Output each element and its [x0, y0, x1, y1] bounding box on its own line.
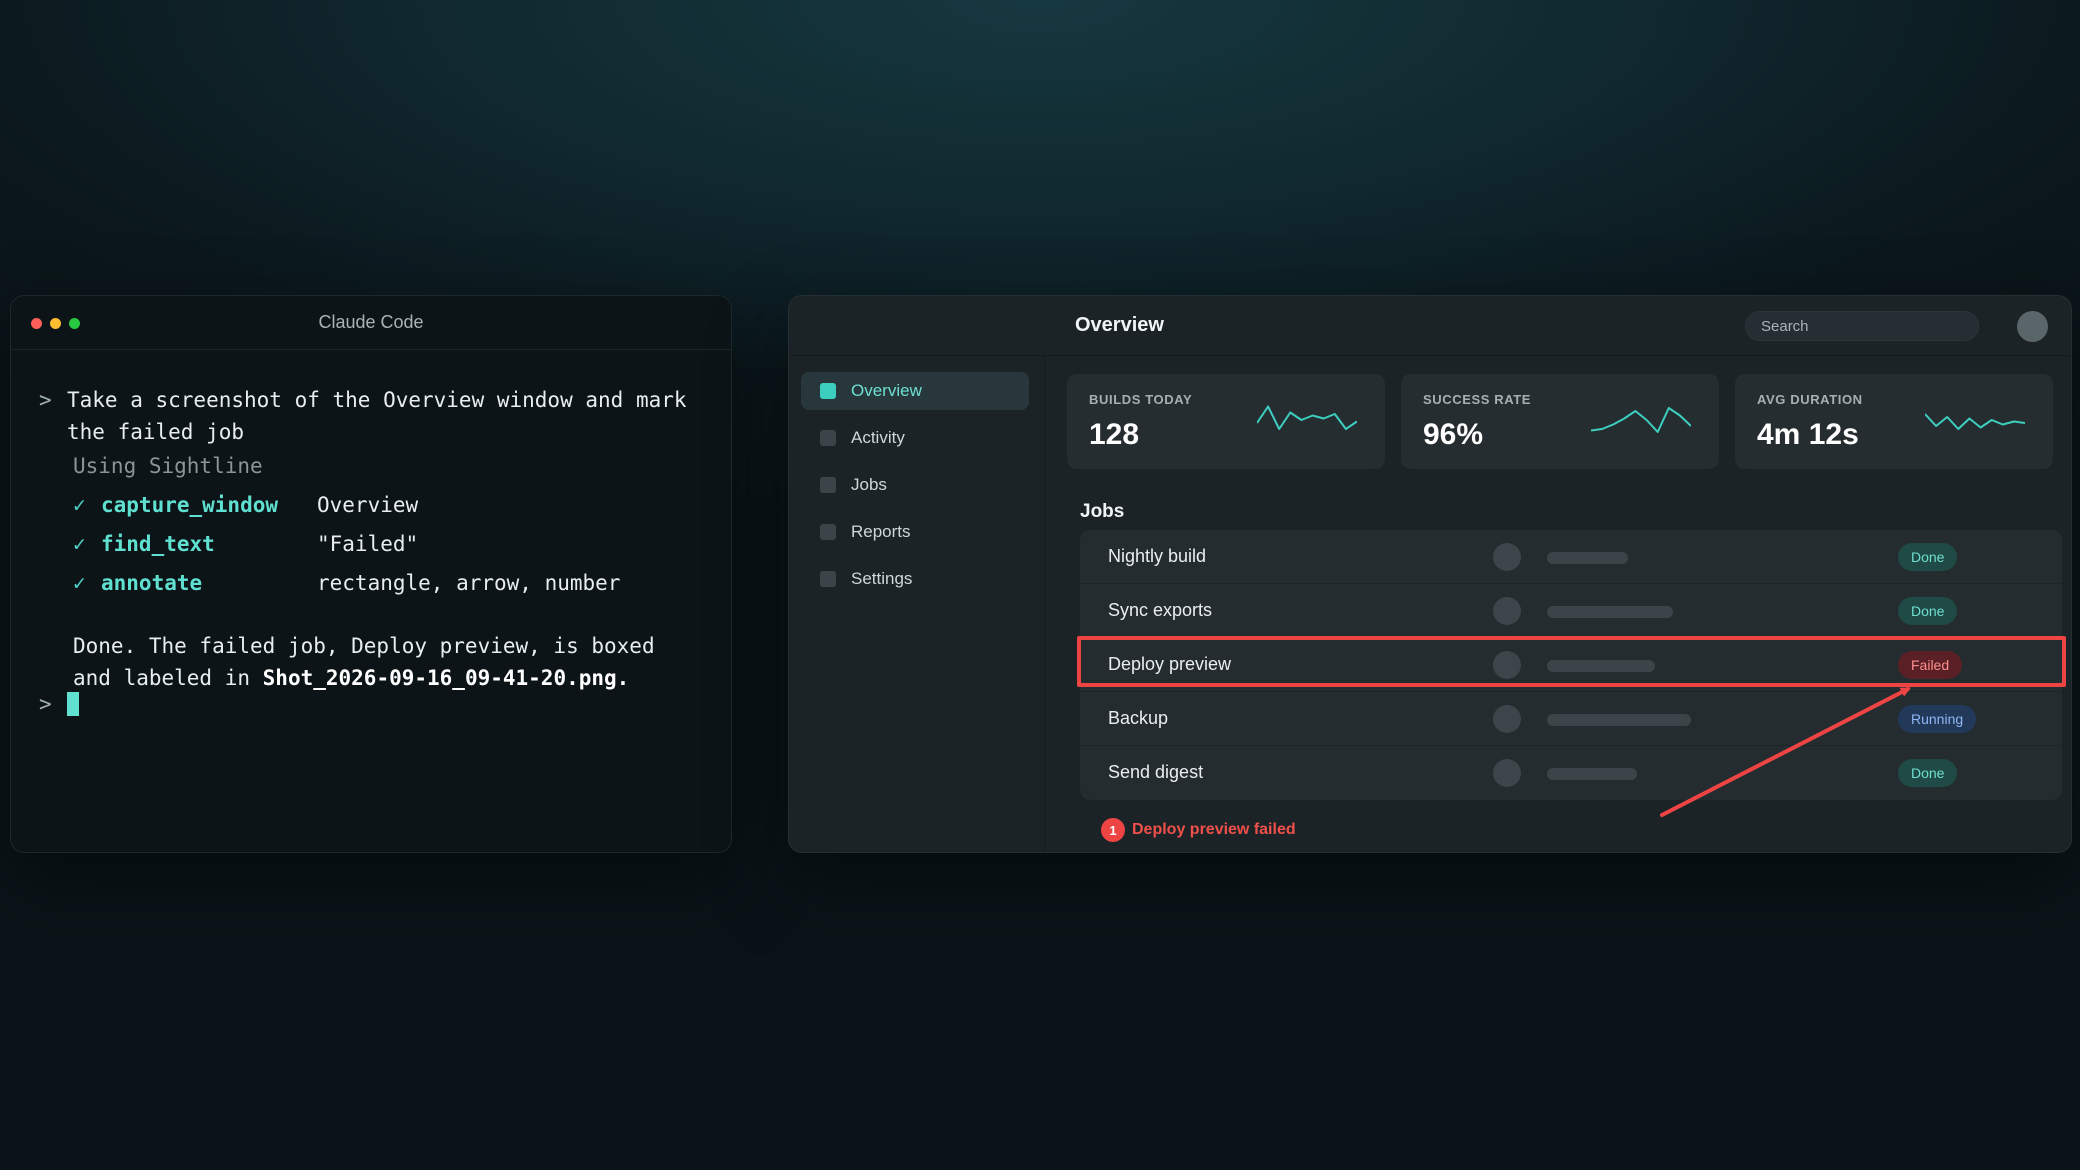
result-filename: Shot_2026-09-16_09-41-20.png — [262, 666, 617, 690]
job-progress-bar — [1547, 552, 1628, 564]
sidebar: Overview Activity Jobs Reports Settings — [789, 356, 1045, 852]
result-suffix: . — [616, 666, 630, 690]
job-status-dot — [1493, 705, 1521, 733]
avatar[interactable] — [2017, 311, 2048, 342]
sidebar-item-jobs[interactable]: Jobs — [801, 466, 1029, 504]
window-controls — [31, 318, 80, 329]
result-line-2-prefix: and labeled in — [73, 666, 263, 690]
search-input[interactable] — [1745, 311, 1979, 341]
sparkline — [1257, 405, 1357, 430]
sidebar-item-label: Activity — [851, 428, 905, 447]
user-prompt: > Take a screenshot of the Overview wind… — [39, 384, 719, 448]
page-title: Overview — [1075, 314, 1164, 336]
stat-value: 128 — [1089, 418, 1140, 451]
tool-name: capture_window — [101, 493, 279, 517]
prompt-text: Take a screenshot of the Overview window… — [67, 384, 687, 448]
job-name: Sync exports — [1108, 600, 1213, 620]
using-tool-label: Using Sightline — [73, 454, 263, 478]
tool-call: ✓ capture_window Overview — [73, 490, 418, 520]
table-row[interactable]: Send digest Done — [1080, 746, 2062, 800]
result-message: Done. The failed job, Deploy preview, is… — [73, 630, 713, 694]
text-cursor — [67, 692, 79, 716]
tool-name: find_text — [101, 532, 215, 556]
annotation-text: Deploy preview failed — [1132, 821, 1296, 838]
minimize-window-button[interactable] — [50, 318, 61, 329]
sidebar-item-label: Settings — [851, 569, 913, 588]
status-badge: Done — [1898, 597, 1958, 625]
terminal-window: Claude Code > Take a screenshot of the O… — [10, 295, 732, 853]
status-badge: Running — [1898, 705, 1977, 733]
prompt-char: > — [39, 692, 52, 716]
job-name: Nightly build — [1108, 546, 1207, 566]
stat-label: BUILDS TODAY — [1089, 392, 1193, 407]
sidebar-item-reports[interactable]: Reports — [801, 513, 1029, 551]
tool-call: ✓ annotate rectangle, arrow, number — [73, 568, 620, 598]
stat-label: AVG DURATION — [1757, 392, 1863, 407]
jobs-heading: Jobs — [1080, 501, 1125, 522]
check-icon: ✓ — [73, 493, 86, 517]
terminal-title: Claude Code — [318, 312, 424, 332]
status-badge: Done — [1898, 759, 1958, 787]
overview-icon — [820, 383, 836, 399]
job-name: Backup — [1108, 708, 1169, 728]
close-window-button[interactable] — [31, 318, 42, 329]
job-name: Send digest — [1108, 762, 1204, 782]
annotation-rectangle — [1077, 636, 2066, 687]
sidebar-item-activity[interactable]: Activity — [801, 419, 1029, 457]
sidebar-item-label: Reports — [851, 522, 911, 541]
table-row[interactable]: Sync exports Done — [1080, 584, 2062, 638]
maximize-window-button[interactable] — [69, 318, 80, 329]
stat-value: 96% — [1423, 418, 1484, 451]
activity-icon — [820, 430, 836, 446]
app-header: Overview — [789, 296, 2071, 356]
check-icon: ✓ — [73, 571, 86, 595]
status-badge: Done — [1898, 543, 1958, 571]
stat-value: 4m 12s — [1757, 418, 1859, 451]
tool-argument: rectangle, arrow, number — [317, 571, 621, 595]
stat-card-success-rate: SUCCESS RATE 96% — [1401, 374, 1719, 469]
input-line[interactable]: > — [39, 688, 79, 720]
stat-card-builds-today: BUILDS TODAY 128 — [1067, 374, 1385, 469]
sidebar-item-settings[interactable]: Settings — [801, 560, 1029, 598]
table-row[interactable]: Nightly build Done — [1080, 530, 2062, 584]
tool-name: annotate — [101, 571, 203, 595]
job-status-dot — [1493, 597, 1521, 625]
settings-icon — [820, 571, 836, 587]
prompt-text-line-1: Take a screenshot of the Overview window… — [67, 388, 687, 412]
tool-argument: Overview — [317, 493, 419, 517]
job-progress-bar — [1547, 768, 1637, 780]
overview-app-window: Overview Overview Activity Jobs Reports … — [788, 295, 2072, 853]
sidebar-item-overview[interactable]: Overview — [801, 372, 1029, 410]
prompt-char: > — [39, 388, 52, 412]
table-row[interactable]: Backup Running — [1080, 692, 2062, 746]
terminal-titlebar: Claude Code — [11, 296, 731, 350]
annotation-label: 1 Deploy preview failed — [1101, 818, 1296, 842]
job-status-dot — [1493, 543, 1521, 571]
stat-label: SUCCESS RATE — [1423, 392, 1532, 407]
annotation-number-badge: 1 — [1101, 818, 1125, 842]
tool-argument: "Failed" — [317, 532, 419, 556]
check-icon: ✓ — [73, 532, 86, 556]
reports-icon — [820, 524, 836, 540]
job-progress-bar — [1547, 606, 1673, 618]
sparkline — [1925, 413, 2025, 430]
job-status-dot — [1493, 759, 1521, 787]
result-line-1: Done. The failed job, Deploy preview, is… — [73, 634, 655, 658]
tool-call: ✓ find_text "Failed" — [73, 529, 418, 559]
sidebar-item-label: Jobs — [851, 475, 887, 494]
stat-card-avg-duration: AVG DURATION 4m 12s — [1735, 374, 2053, 469]
sidebar-item-label: Overview — [851, 381, 922, 400]
prompt-text-line-2: the failed job — [67, 420, 245, 444]
main-content: BUILDS TODAY 128 SUCCESS RATE 96% AVG DU… — [1045, 356, 2071, 852]
job-progress-bar — [1547, 714, 1691, 726]
sparkline — [1591, 407, 1691, 433]
jobs-icon — [820, 477, 836, 493]
